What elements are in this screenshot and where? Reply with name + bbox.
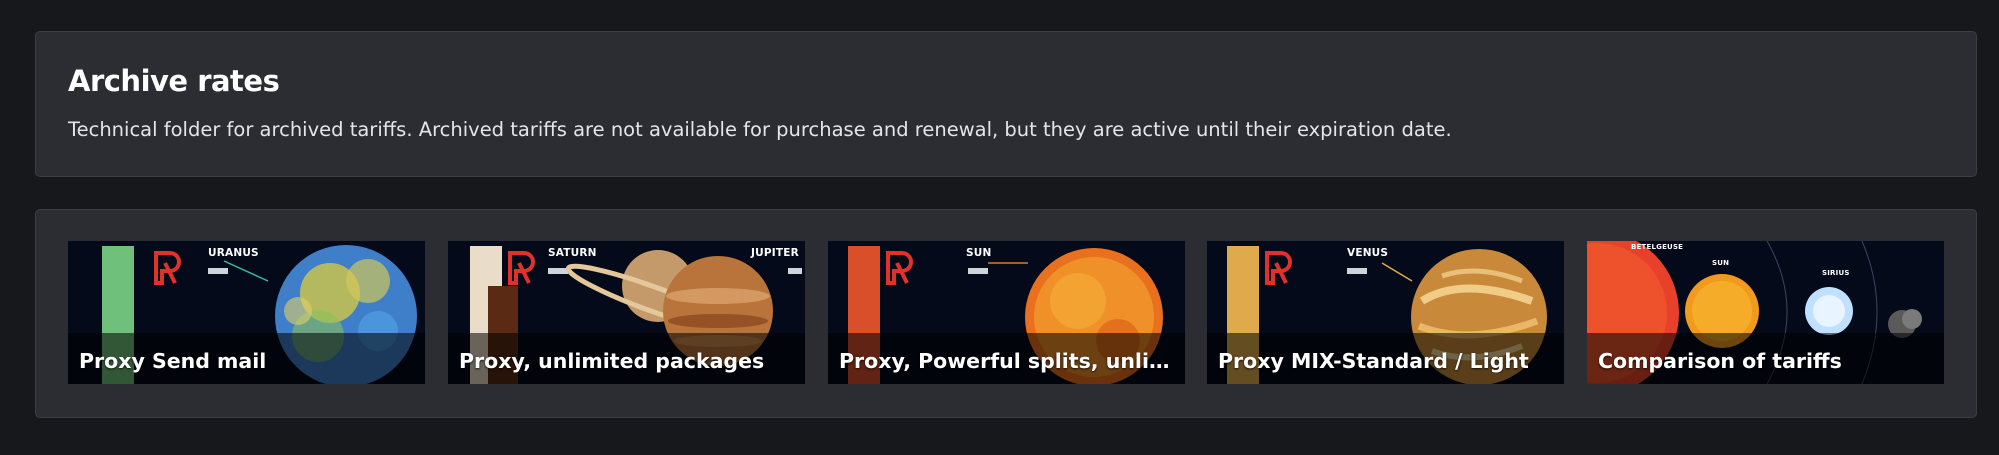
tariff-card-comparison[interactable]: BETELGEUSE SUN SIRIUS Comparison of tari… — [1587, 241, 1944, 384]
star-label: BETELGEUSE — [1631, 243, 1684, 251]
tariff-card-powerful-splits[interactable]: SUN Proxy, Powerful splits, unlimited — [828, 241, 1185, 384]
tariff-cards-panel: URANUS Proxy Send mail SATURN JUPITER Pr… — [35, 209, 1977, 418]
card-caption: Proxy, Powerful splits, unlimited — [839, 349, 1177, 373]
planet-label: SATURN — [548, 247, 597, 259]
planet-label: SUN — [966, 247, 992, 259]
star-label: SIRIUS — [1822, 269, 1850, 277]
planet-label: URANUS — [208, 247, 259, 259]
planet-label: JUPITER — [751, 247, 799, 259]
tariff-card-mix-standard[interactable]: VENUS Proxy MIX-Standard / Light — [1207, 241, 1564, 384]
tariff-card-unlimited-packages[interactable]: SATURN JUPITER Proxy, unlimited packages — [448, 241, 805, 384]
archive-header-panel: Archive rates Technical folder for archi… — [35, 31, 1977, 177]
page-description: Technical folder for archived tariffs. A… — [68, 118, 1452, 141]
card-caption: Proxy MIX-Standard / Light — [1218, 349, 1529, 373]
planet-label: VENUS — [1347, 247, 1389, 259]
card-caption: Proxy, unlimited packages — [459, 349, 765, 373]
page-title: Archive rates — [68, 64, 280, 98]
tariff-card-send-mail[interactable]: URANUS Proxy Send mail — [68, 241, 425, 384]
star-label: SUN — [1712, 259, 1730, 267]
card-caption: Comparison of tariffs — [1598, 349, 1842, 373]
card-caption: Proxy Send mail — [79, 349, 267, 373]
